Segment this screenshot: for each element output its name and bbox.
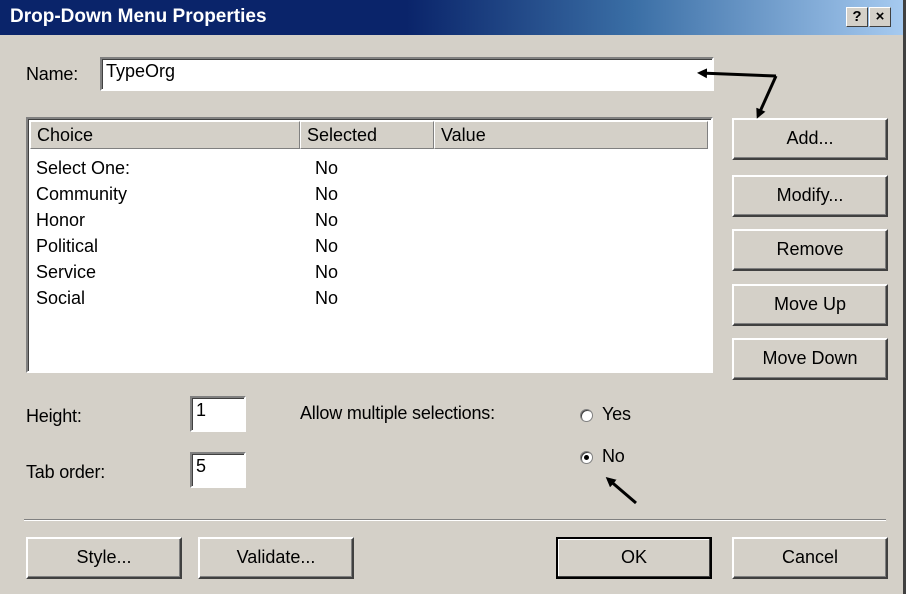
radio-yes-label[interactable]: Yes [602, 404, 631, 425]
list-item-selected: No [315, 288, 339, 308]
cancel-button[interactable]: Cancel [732, 537, 888, 579]
separator [24, 519, 886, 521]
allow-multiple-label: Allow multiple selections: [300, 403, 495, 423]
list-item-selected: No [315, 262, 339, 282]
list-item-choice: Select One: [36, 158, 131, 178]
list-item-choice: Service [36, 262, 97, 282]
move-up-button[interactable]: Move Up [732, 284, 888, 326]
list-item-selected: No [315, 210, 339, 230]
move-down-button[interactable]: Move Down [732, 338, 888, 380]
list-item-selected: No [315, 158, 339, 178]
radio-no-label[interactable]: No [602, 446, 625, 467]
list-item[interactable]: Service No [36, 262, 338, 288]
radio-yes[interactable] [580, 409, 593, 422]
list-item[interactable]: Select One: No [36, 158, 338, 184]
column-header-value[interactable]: Value [434, 121, 708, 149]
list-item-selected: No [315, 184, 339, 204]
list-item-choice: Political [36, 236, 99, 256]
tab-order-input[interactable]: 5 [190, 452, 246, 488]
remove-button[interactable]: Remove [732, 229, 888, 271]
help-button[interactable]: ? [846, 7, 868, 27]
window-title: Drop-Down Menu Properties [10, 6, 267, 27]
ok-button[interactable]: OK [556, 537, 712, 579]
list-item[interactable]: Community No [36, 184, 338, 210]
height-input[interactable]: 1 [190, 396, 246, 432]
list-item[interactable]: Political No [36, 236, 338, 262]
name-input-value: TypeOrg [106, 61, 176, 81]
title-bar[interactable]: Drop-Down Menu Properties ? × [0, 0, 903, 35]
tab-order-input-value: 5 [196, 456, 207, 476]
list-item[interactable]: Social No [36, 288, 338, 314]
tab-order-label: Tab order: [26, 462, 106, 482]
column-header-choice[interactable]: Choice [30, 121, 300, 149]
drop-down-menu-properties-dialog: Drop-Down Menu Properties ? × Name: Type… [0, 0, 906, 594]
name-label: Name: [26, 64, 79, 84]
validate-button[interactable]: Validate... [198, 537, 354, 579]
column-header-selected[interactable]: Selected [300, 121, 434, 149]
radio-no-dot [584, 455, 589, 460]
modify-button[interactable]: Modify... [732, 175, 888, 217]
style-button[interactable]: Style... [26, 537, 182, 579]
list-item-selected: No [315, 236, 339, 256]
radio-no[interactable] [580, 451, 593, 464]
list-item[interactable]: Honor No [36, 210, 338, 236]
choices-listbox[interactable]: Choice Selected Value Select One: No Com… [26, 117, 713, 373]
list-item-choice: Social [36, 288, 86, 308]
list-item-choice: Community [36, 184, 128, 204]
height-input-value: 1 [196, 400, 207, 420]
close-button[interactable]: × [869, 7, 891, 27]
list-item-choice: Honor [36, 210, 86, 230]
height-label: Height: [26, 406, 82, 426]
name-input[interactable]: TypeOrg [100, 57, 714, 91]
add-button[interactable]: Add... [732, 118, 888, 160]
